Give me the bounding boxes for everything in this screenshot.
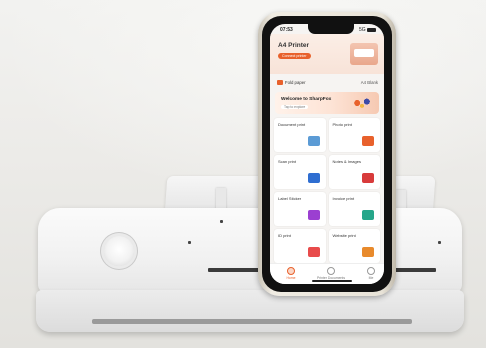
printer-title: A4 Printer	[278, 42, 310, 49]
feature-label: Invoice print	[332, 196, 355, 201]
id-card-icon	[307, 247, 320, 257]
feature-label: Document print	[278, 122, 306, 127]
feature-card-invoice-print[interactable]: Invoice print	[328, 192, 380, 226]
website-icon	[362, 247, 374, 257]
home-indicator	[312, 280, 352, 282]
feature-label: Scan print	[278, 159, 297, 164]
smartphone: 07:53 5G A4 Printer Connect printer Fold…	[258, 12, 396, 296]
paper-icon	[277, 80, 283, 85]
documents-icon	[327, 267, 335, 275]
feature-card-scan-print[interactable]: Scan print	[274, 155, 326, 189]
printer-indicator-dot	[188, 241, 191, 244]
profile-icon	[367, 267, 375, 275]
tab-documents[interactable]: Printer Documents	[314, 267, 348, 280]
battery-icon	[367, 27, 376, 32]
status-icons: 5G	[359, 27, 376, 33]
feature-card-label-sticker[interactable]: Label Sticker	[274, 192, 326, 226]
tab-label: Me	[368, 276, 374, 280]
sticker-icon	[307, 210, 320, 220]
paper-size-value: A4 Blank	[360, 80, 378, 85]
printer-indicator-dot	[220, 220, 223, 223]
phone-bezel: 07:53 5G A4 Printer Connect printer Fold…	[262, 16, 392, 292]
feature-card-notes-images[interactable]: Notes & Images	[328, 155, 380, 189]
tab-me[interactable]: Me	[354, 267, 384, 280]
tab-home[interactable]: Home	[274, 267, 308, 280]
home-icon	[287, 267, 295, 275]
status-time: 07:53	[280, 27, 293, 33]
scan-icon	[307, 173, 320, 183]
tab-label: Home	[286, 276, 296, 280]
paper-label: Fold paper	[285, 80, 306, 85]
photo-icon	[362, 136, 374, 146]
feature-card-photo-print[interactable]: Photo print	[328, 118, 380, 152]
invoice-icon	[362, 210, 374, 220]
signal-label: 5G	[358, 27, 366, 33]
printer-body	[38, 208, 462, 294]
feature-grid: Document print Photo print Scan print No…	[274, 118, 380, 263]
feature-label: Label Sticker	[278, 196, 302, 201]
welcome-banner[interactable]: Welcome to SharpFox Tap to explore	[275, 92, 379, 114]
banner-subtitle: Tap to explore	[281, 105, 309, 109]
feature-card-document-print[interactable]: Document print	[274, 118, 326, 152]
app-header: A4 Printer Connect printer	[270, 34, 384, 74]
power-button[interactable]	[104, 236, 134, 266]
paper-output-slot	[92, 319, 412, 324]
background-wall	[0, 0, 486, 200]
feature-card-website-print[interactable]: Website print	[328, 229, 380, 263]
printer-thumbnail-icon	[350, 43, 378, 65]
banner-illustration	[350, 96, 374, 110]
feature-label: Notes & Images	[332, 159, 361, 164]
notes-icon	[362, 173, 374, 183]
phone-notch	[308, 24, 354, 34]
phone-screen: 07:53 5G A4 Printer Connect printer Fold…	[270, 24, 384, 284]
feature-label: ID print	[278, 233, 291, 238]
product-photo: 07:53 5G A4 Printer Connect printer Fold…	[0, 0, 486, 348]
banner-title: Welcome to SharpFox	[281, 97, 332, 102]
connect-printer-button[interactable]: Connect printer	[278, 53, 311, 59]
feature-label: Photo print	[332, 122, 352, 127]
feature-card-id-print[interactable]: ID print	[274, 229, 326, 263]
printer-base	[36, 290, 464, 332]
feature-label: Website print	[332, 233, 356, 238]
document-icon	[307, 136, 320, 146]
paper-selector[interactable]: Fold paper A4 Blank	[270, 76, 384, 90]
printer-indicator-dot	[438, 241, 441, 244]
